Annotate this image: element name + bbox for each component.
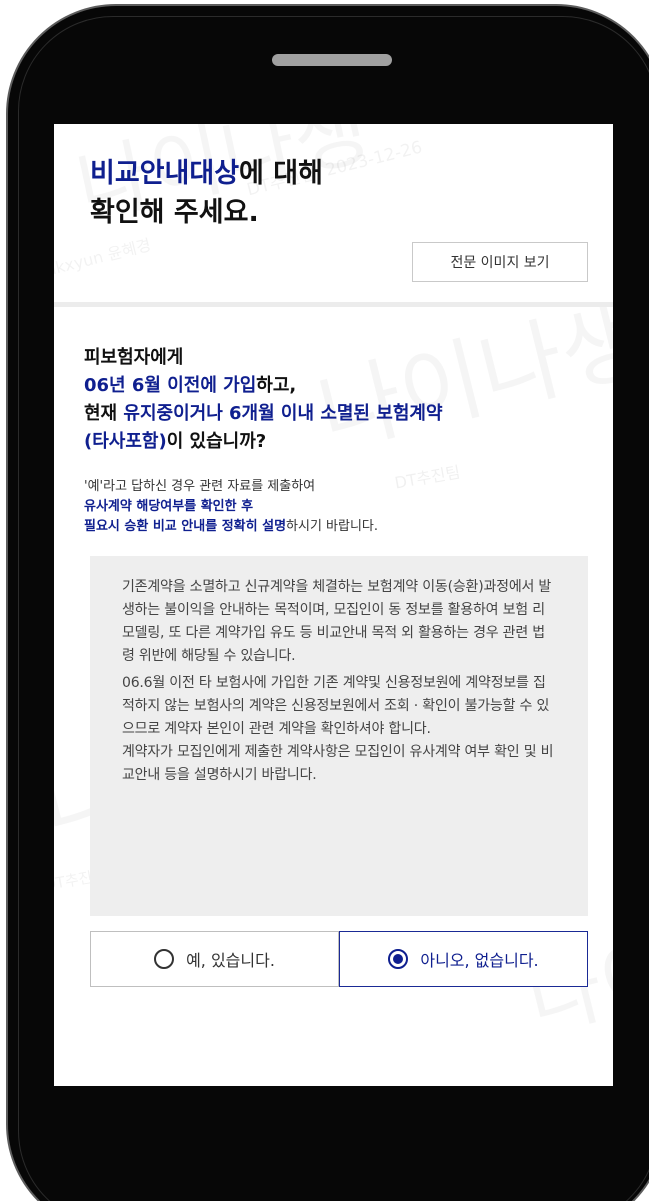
note-highlight2: 필요시 승환 비교 안내를 정확히 설명 [84,519,287,534]
phone-mockup: 나이나생 DT추진팀 2023-12-26 nkxyun 윤혜경 나이나생 DT… [0,0,649,1201]
note-line3-rest: 하시기 바랍니다. [286,519,379,534]
note-highlight1: 유사계약 해당여부를 확인한 후 [84,499,254,514]
title-rest: 에 대해 [239,158,323,189]
choice-yes-label: 예, 있습니다. [186,951,275,970]
question-line1: 피보험자에게 [84,347,184,368]
title-line2: 확인해 주세요. [90,197,259,228]
question-highlight-date: 06년 6월 이전에 가입 [84,375,257,396]
phone-screen: 나이나생 DT추진팀 2023-12-26 nkxyun 윤혜경 나이나생 DT… [54,124,613,1086]
guidance-note: '예'라고 답하신 경우 관련 자료를 제출하여 유사계약 해당여부를 확인한 … [84,477,609,537]
watermark-user-id: nkxyun 윤혜경 [54,235,153,280]
title-highlight: 비교안내대상 [90,158,240,189]
question-line2-rest: 하고, [256,375,297,396]
choice-yes[interactable]: 예, 있습니다. [90,931,339,987]
radio-unchecked-icon[interactable] [154,949,175,969]
page-title: 비교안내대상에 대해 확인해 주세요. [90,154,323,232]
info-paragraph-3: 계약자가 모집인에게 제출한 계약사항은 모집인이 유사계약 여부 확인 및 비… [122,744,554,783]
note-line1: '예'라고 답하신 경우 관련 자료를 제출하여 [84,479,316,494]
radio-dot [393,954,404,964]
view-full-image-button[interactable]: 전문 이미지 보기 [412,242,588,282]
answer-choices: 예, 있습니다. 아니오, 없습니다. [90,931,588,987]
question-highlight-other: (타사포함) [84,431,167,452]
question-highlight-contract: 유지중이거나 6개월 이내 소멸된 보험계약 [123,403,443,424]
info-box: 기존계약을 소멸하고 신규계약을 체결하는 보험계약 이동(승환)과정에서 발생… [90,556,588,916]
radio-checked-icon[interactable] [388,949,409,969]
question-line3-prefix: 현재 [84,403,124,424]
choice-no-label: 아니오, 없습니다. [420,951,539,970]
info-paragraph-1: 기존계약을 소멸하고 신규계약을 체결하는 보험계약 이동(승환)과정에서 발생… [122,579,552,664]
choice-no[interactable]: 아니오, 없습니다. [339,931,588,987]
speaker-icon [272,54,392,66]
info-paragraph-2: 06.6월 이전 타 보험사에 가입한 기존 계약및 신용정보원에 계약정보를 … [122,675,550,737]
question-text: 피보험자에게 06년 6월 이전에 가입하고, 현재 유지중이거나 6개월 이내… [84,344,609,456]
question-line4-rest: 이 있습니까? [166,431,267,452]
section-divider [54,302,613,307]
